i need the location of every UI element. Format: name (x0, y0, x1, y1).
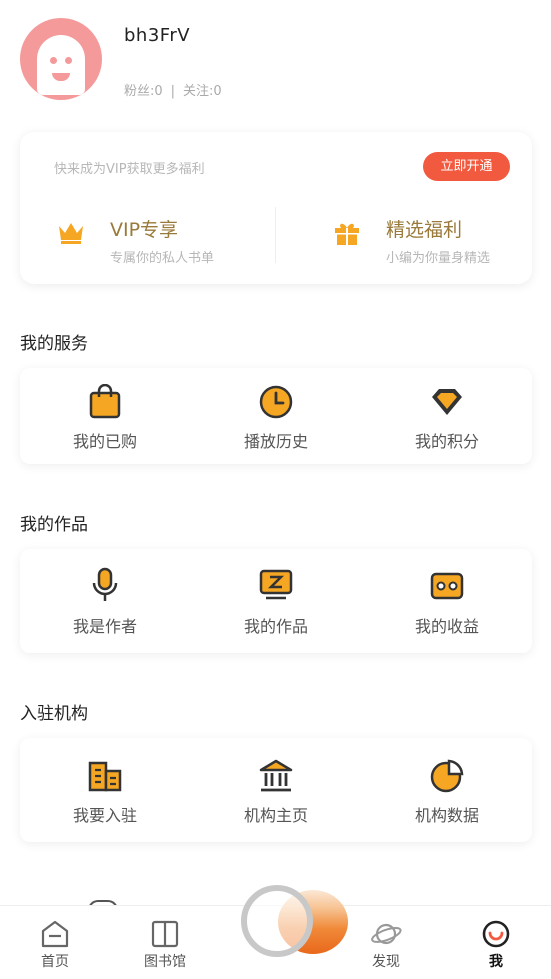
selected-benefits-subtitle: 小编为你量身精选 (386, 251, 491, 266)
earnings-label: 我的收益 (414, 617, 479, 636)
works-monitor-icon (259, 569, 293, 600)
institution-home-label: 机构主页 (243, 806, 308, 825)
play-history-item[interactable]: 播放历史 (191, 368, 361, 464)
author-label: 我是作者 (72, 617, 137, 636)
fans-count[interactable]: 粉丝:0 (124, 84, 163, 99)
profile-header: bh3FrV 粉丝:0 | 关注:0 (0, 0, 551, 120)
tab-home[interactable]: 首页 (0, 906, 110, 979)
clock-icon (259, 385, 293, 419)
my-works-item[interactable]: 我的作品 (191, 549, 361, 653)
services-section-title: 我的服务 (20, 334, 88, 354)
vip-exclusive-subtitle: 专属你的私人书单 (110, 251, 215, 266)
avatar[interactable] (20, 18, 102, 100)
points-item[interactable]: 我的积分 (362, 368, 532, 464)
services-card: 我的已购 播放历史 我的积分 (20, 368, 532, 464)
works-section-title: 我的作品 (20, 515, 88, 535)
library-icon (151, 920, 179, 948)
vip-divider (275, 207, 276, 263)
follow-count[interactable]: 关注:0 (183, 84, 222, 99)
my-works-label: 我的作品 (243, 617, 308, 636)
gift-icon (335, 223, 359, 245)
microphone-icon (92, 567, 118, 601)
tab-me-label: 我 (489, 954, 503, 970)
vip-exclusive-item[interactable]: VIP专享 专属你的私人书单 (56, 212, 256, 267)
earnings-item[interactable]: 我的收益 (362, 549, 532, 653)
follow-stats: 粉丝:0 | 关注:0 (124, 80, 222, 99)
institution-card: 我要入驻 机构主页 机构数据 (20, 738, 532, 842)
diamond-icon (432, 389, 462, 415)
tab-home-label: 首页 (41, 954, 69, 970)
tab-library[interactable]: 图书馆 (110, 906, 220, 979)
tab-me[interactable]: 我 (441, 906, 551, 979)
author-item[interactable]: 我是作者 (20, 549, 190, 653)
points-label: 我的积分 (414, 432, 479, 451)
tab-library-label: 图书馆 (144, 954, 186, 970)
shopping-bag-icon (89, 384, 121, 419)
home-icon (41, 920, 69, 948)
earnings-icon (430, 572, 464, 600)
stats-separator: | (170, 84, 176, 99)
username[interactable]: bh3FrV (124, 25, 190, 46)
vip-exclusive-title: VIP专享 (110, 219, 179, 241)
planet-icon (371, 923, 402, 945)
vip-open-button[interactable]: 立即开通 (423, 152, 510, 181)
institution-data-item[interactable]: 机构数据 (362, 738, 532, 842)
building-icon (88, 761, 122, 792)
works-card: 我是作者 我的作品 我的收益 (20, 549, 532, 653)
purchased-label: 我的已购 (72, 432, 137, 451)
vip-card: 快来成为VIP获取更多福利 立即开通 VIP专享 专属你的私人书单 精选福利 小… (20, 132, 532, 284)
me-icon (482, 920, 510, 948)
join-item[interactable]: 我要入驻 (20, 738, 190, 842)
pie-chart-icon (430, 759, 464, 793)
institution-home-item[interactable]: 机构主页 (191, 738, 361, 842)
player-button[interactable] (241, 885, 313, 957)
institution-data-label: 机构数据 (414, 806, 479, 825)
vip-tip: 快来成为VIP获取更多福利 (54, 162, 205, 177)
crown-icon (59, 223, 83, 244)
ghost-avatar-icon (37, 35, 85, 95)
play-history-label: 播放历史 (243, 432, 308, 451)
purchased-item[interactable]: 我的已购 (20, 368, 190, 464)
selected-benefits-title: 精选福利 (386, 219, 463, 241)
tab-discover-label: 发现 (372, 954, 400, 970)
join-label: 我要入驻 (72, 806, 137, 825)
institution-section-title: 入驻机构 (20, 704, 88, 724)
institution-icon (259, 759, 293, 792)
selected-benefits-item[interactable]: 精选福利 小编为你量身精选 (332, 212, 532, 267)
